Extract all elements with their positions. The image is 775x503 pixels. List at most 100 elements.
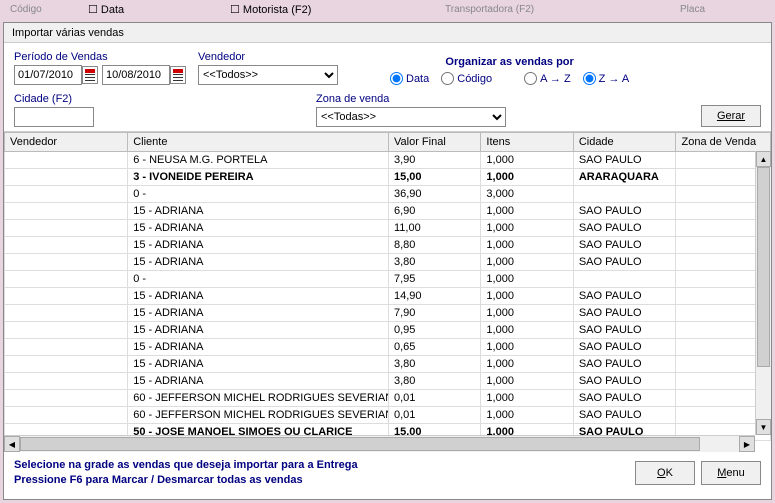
date-to-input[interactable]	[102, 65, 170, 85]
scroll-thumb[interactable]	[757, 167, 770, 367]
filter-panel: Período de Vendas Vendedor <<Todos>>	[4, 43, 771, 132]
cell: 15 - ADRIANA	[128, 254, 389, 271]
cell: 3,90	[389, 152, 481, 169]
col-cliente[interactable]: Cliente	[128, 133, 389, 152]
cell: SAO PAULO	[573, 305, 676, 322]
table-row[interactable]: 0 -7,951,000	[5, 271, 771, 288]
calendar-icon[interactable]	[170, 66, 186, 84]
scroll-left-icon[interactable]: ◀	[4, 436, 20, 452]
cell: 15 - ADRIANA	[128, 373, 389, 390]
table-row[interactable]: 3 - IVONEIDE PEREIRA15,001,000ARARAQUARA	[5, 169, 771, 186]
cell: SAO PAULO	[573, 152, 676, 169]
scroll-thumb[interactable]	[20, 437, 700, 451]
cell	[5, 271, 128, 288]
table-row[interactable]: 15 - ADRIANA8,801,000SAO PAULO	[5, 237, 771, 254]
cell: 15 - ADRIANA	[128, 288, 389, 305]
zona-label: Zona de venda	[316, 93, 506, 105]
cell: 1,000	[481, 407, 573, 424]
cell: 1,000	[481, 203, 573, 220]
table-row[interactable]: 60 - JEFFERSON MICHEL RODRIGUES SEVERIAN…	[5, 390, 771, 407]
col-itens[interactable]: Itens	[481, 133, 573, 152]
vendedor-select[interactable]: <<Todos>>	[198, 65, 338, 85]
cell: 15 - ADRIANA	[128, 322, 389, 339]
table-row[interactable]: 15 - ADRIANA14,901,000SAO PAULO	[5, 288, 771, 305]
gerar-button[interactable]: Gerar	[701, 105, 761, 127]
cell: 1,000	[481, 169, 573, 186]
table-row[interactable]: 15 - ADRIANA0,651,000SAO PAULO	[5, 339, 771, 356]
table-row[interactable]: 15 - ADRIANA3,801,000SAO PAULO	[5, 254, 771, 271]
vertical-scrollbar[interactable]: ▲ ▼	[755, 151, 771, 435]
table-row[interactable]: 15 - ADRIANA3,801,000SAO PAULO	[5, 356, 771, 373]
cell: 15 - ADRIANA	[128, 203, 389, 220]
cell: 7,90	[389, 305, 481, 322]
cell: 1,000	[481, 288, 573, 305]
table-row[interactable]: 15 - ADRIANA11,001,000SAO PAULO	[5, 220, 771, 237]
radio-az[interactable]: A → Z	[524, 72, 571, 85]
cell: 1,000	[481, 339, 573, 356]
footer-line1: Selecione na grade as vendas que deseja …	[14, 458, 358, 473]
cidade-input[interactable]	[14, 107, 94, 127]
table-row[interactable]: 60 - JEFFERSON MICHEL RODRIGUES SEVERIAN…	[5, 407, 771, 424]
cell: SAO PAULO	[573, 322, 676, 339]
cell: 1,000	[481, 220, 573, 237]
bg-data-label: Data	[101, 4, 124, 16]
cell: 15 - ADRIANA	[128, 220, 389, 237]
cell: 60 - JEFFERSON MICHEL RODRIGUES SEVERIAN…	[128, 407, 389, 424]
cell: 11,00	[389, 220, 481, 237]
cell: SAO PAULO	[573, 203, 676, 220]
cell	[5, 169, 128, 186]
cell: 0,01	[389, 390, 481, 407]
table-row[interactable]: 15 - ADRIANA3,801,000SAO PAULO	[5, 373, 771, 390]
bg-motorista-check: ☐ Motorista (F2)	[230, 3, 311, 16]
bg-codigo-label: Código	[10, 4, 42, 15]
dialog-title: Importar várias vendas	[4, 23, 771, 43]
col-cidade[interactable]: Cidade	[573, 133, 676, 152]
date-from-input[interactable]	[14, 65, 82, 85]
table-row[interactable]: 15 - ADRIANA7,901,000SAO PAULO	[5, 305, 771, 322]
horizontal-scrollbar[interactable]: ◀ ▶	[4, 435, 755, 452]
cell: 1,000	[481, 305, 573, 322]
table-row[interactable]: 15 - ADRIANA6,901,000SAO PAULO	[5, 203, 771, 220]
menu-button[interactable]: Menu	[701, 461, 761, 485]
cell: SAO PAULO	[573, 390, 676, 407]
cell: SAO PAULO	[573, 220, 676, 237]
radio-codigo[interactable]: Código	[441, 72, 492, 85]
sales-grid[interactable]: Vendedor Cliente Valor Final Itens Cidad…	[4, 132, 771, 441]
cell: 3,80	[389, 373, 481, 390]
cell: 15 - ADRIANA	[128, 237, 389, 254]
col-valor[interactable]: Valor Final	[389, 133, 481, 152]
scroll-down-icon[interactable]: ▼	[756, 419, 771, 435]
scroll-right-icon[interactable]: ▶	[739, 436, 755, 452]
cell	[5, 322, 128, 339]
cell	[5, 203, 128, 220]
cell: 1,000	[481, 390, 573, 407]
vendedor-label: Vendedor	[198, 51, 338, 63]
radio-za[interactable]: Z → A	[583, 72, 630, 85]
bg-transportadora-label: Transportadora (F2)	[445, 4, 534, 15]
table-row[interactable]: 6 - NEUSA M.G. PORTELA3,901,000SAO PAULO	[5, 152, 771, 169]
cell: SAO PAULO	[573, 339, 676, 356]
cell: 1,000	[481, 271, 573, 288]
cell: 0,65	[389, 339, 481, 356]
scroll-up-icon[interactable]: ▲	[756, 151, 771, 167]
cell: 0 -	[128, 271, 389, 288]
radio-data[interactable]: Data	[390, 72, 429, 85]
bg-data-check: ☐ Data	[88, 3, 124, 16]
col-vendedor[interactable]: Vendedor	[5, 133, 128, 152]
table-row[interactable]: 0 -36,903,000	[5, 186, 771, 203]
cell: SAO PAULO	[573, 237, 676, 254]
footer: Selecione na grade as vendas que deseja …	[4, 452, 771, 495]
table-row[interactable]: 15 - ADRIANA0,951,000SAO PAULO	[5, 322, 771, 339]
cell: 8,80	[389, 237, 481, 254]
cell	[5, 339, 128, 356]
zona-select[interactable]: <<Todas>>	[316, 107, 506, 127]
bg-motorista-label: Motorista (F2)	[243, 4, 311, 16]
cell	[5, 288, 128, 305]
calendar-icon[interactable]	[82, 66, 98, 84]
cell: SAO PAULO	[573, 373, 676, 390]
col-zona[interactable]: Zona de Venda	[676, 133, 771, 152]
cell: 15 - ADRIANA	[128, 356, 389, 373]
cell: 0 -	[128, 186, 389, 203]
ok-button[interactable]: OK	[635, 461, 695, 485]
cell	[5, 373, 128, 390]
